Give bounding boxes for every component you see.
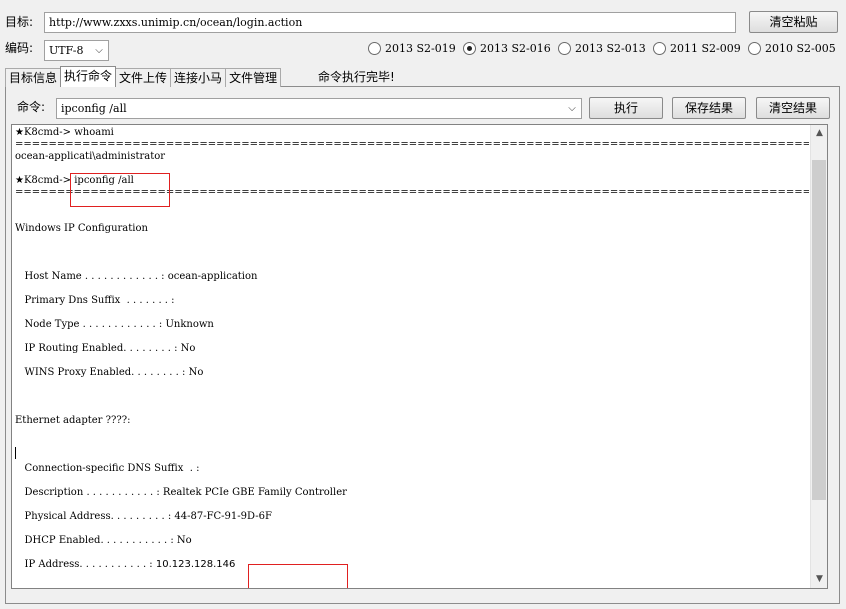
radio-s2-009[interactable]: 2011 S2-009 (653, 40, 741, 56)
encoding-select[interactable]: UTF-8 ⌵ (44, 40, 109, 61)
highlight-box-command (70, 173, 170, 207)
console-line: IP Address. . . . . . . . . . . : 10.123… (15, 559, 809, 583)
radio-label: 2013 S2-016 (480, 41, 551, 55)
tab-bar: 目标信息 执行命令 文件上传 连接小马 文件管理 (5, 66, 282, 87)
scroll-thumb[interactable] (812, 160, 826, 500)
encoding-value: UTF-8 (49, 44, 84, 57)
target-url-input[interactable]: http://www.zxxs.unimip.cn/ocean/login.ac… (44, 12, 736, 33)
command-input[interactable]: ipconfig /all ⌵ (56, 98, 582, 119)
console-line: Windows IP Configuration (15, 223, 148, 234)
radio-label: 2013 S2-019 (385, 41, 456, 55)
target-label: 目标: (5, 15, 34, 29)
radio-s2-013[interactable]: 2013 S2-013 (558, 40, 646, 56)
prompt-prefix: ★K8cmd-> (15, 175, 75, 186)
console-line: Connection-specific DNS Suffix . : (15, 463, 200, 474)
console-line: Primary Dns Suffix . . . . . . . : (15, 295, 175, 306)
status-text: 命令执行完毕! (318, 70, 395, 84)
save-results-button[interactable]: 保存结果 (672, 97, 746, 119)
console-line: IP Routing Enabled. . . . . . . . : No (15, 343, 196, 354)
console-line: Node Type . . . . . . . . . . . . : Unkn… (15, 319, 214, 330)
chevron-down-icon: ⌵ (568, 103, 576, 114)
console-line: DHCP Enabled. . . . . . . . . . . : No (15, 535, 192, 546)
radio-label: 2011 S2-009 (670, 41, 741, 55)
highlight-box-ip (248, 564, 348, 588)
command-label: 命令: (17, 100, 46, 114)
radio-s2-005[interactable]: 2010 S2-005 (748, 40, 836, 56)
tab-file-manager[interactable]: 文件管理 (225, 68, 282, 87)
chevron-down-icon: ⌵ (95, 45, 103, 56)
execute-button[interactable]: 执行 (589, 97, 663, 119)
console-output[interactable]: ★K8cmd-> whoami ========================… (11, 124, 828, 589)
ip-prefix: IP Address. . . . . . . . . . . : (15, 559, 156, 570)
scroll-up-icon[interactable]: ▲ (811, 125, 827, 142)
tab-connect-shell[interactable]: 连接小马 (170, 68, 227, 87)
clear-results-button[interactable]: 清空结果 (756, 97, 830, 119)
radio-label: 2010 S2-005 (765, 41, 836, 55)
radio-selected-icon (463, 41, 476, 55)
radio-circle-icon (558, 41, 571, 55)
console-line: WINS Proxy Enabled. . . . . . . . : No (15, 367, 204, 378)
command-value: ipconfig /all (61, 102, 127, 115)
clear-paste-button[interactable]: 清空粘贴 (749, 11, 838, 33)
radio-label: 2013 S2-013 (575, 41, 646, 55)
console-blank (15, 439, 809, 463)
console-line: ★K8cmd-> whoami (15, 127, 114, 138)
radio-circle-icon (653, 41, 666, 55)
console-line: ocean-applicati\administrator (15, 151, 166, 162)
scroll-down-icon[interactable]: ▼ (811, 571, 827, 588)
ip-value: 10.123.128.146 (155, 559, 236, 570)
console-line: Host Name . . . . . . . . . . . . : ocea… (15, 271, 258, 282)
console-blank (15, 247, 809, 271)
radio-s2-019[interactable]: 2013 S2-019 (368, 40, 456, 56)
console-line: Ethernet adapter ????: (15, 415, 131, 426)
tab-file-upload[interactable]: 文件上传 (115, 68, 172, 87)
console-line: Description . . . . . . . . . . . : Real… (15, 487, 347, 498)
console-separator: ========================================… (15, 139, 809, 150)
console-blank (15, 211, 809, 223)
tab-target-info[interactable]: 目标信息 (5, 68, 62, 87)
encoding-label: 编码: (5, 41, 34, 55)
vertical-scrollbar[interactable]: ▲ ▼ (810, 125, 827, 588)
radio-circle-icon (368, 41, 381, 55)
radio-s2-016[interactable]: 2013 S2-016 (463, 40, 551, 56)
tab-execute-command[interactable]: 执行命令 (60, 66, 117, 87)
console-blank (15, 391, 809, 415)
radio-circle-icon (748, 41, 761, 55)
console-line: Physical Address. . . . . . . . . : 44-8… (15, 511, 272, 522)
text-caret (15, 447, 16, 459)
